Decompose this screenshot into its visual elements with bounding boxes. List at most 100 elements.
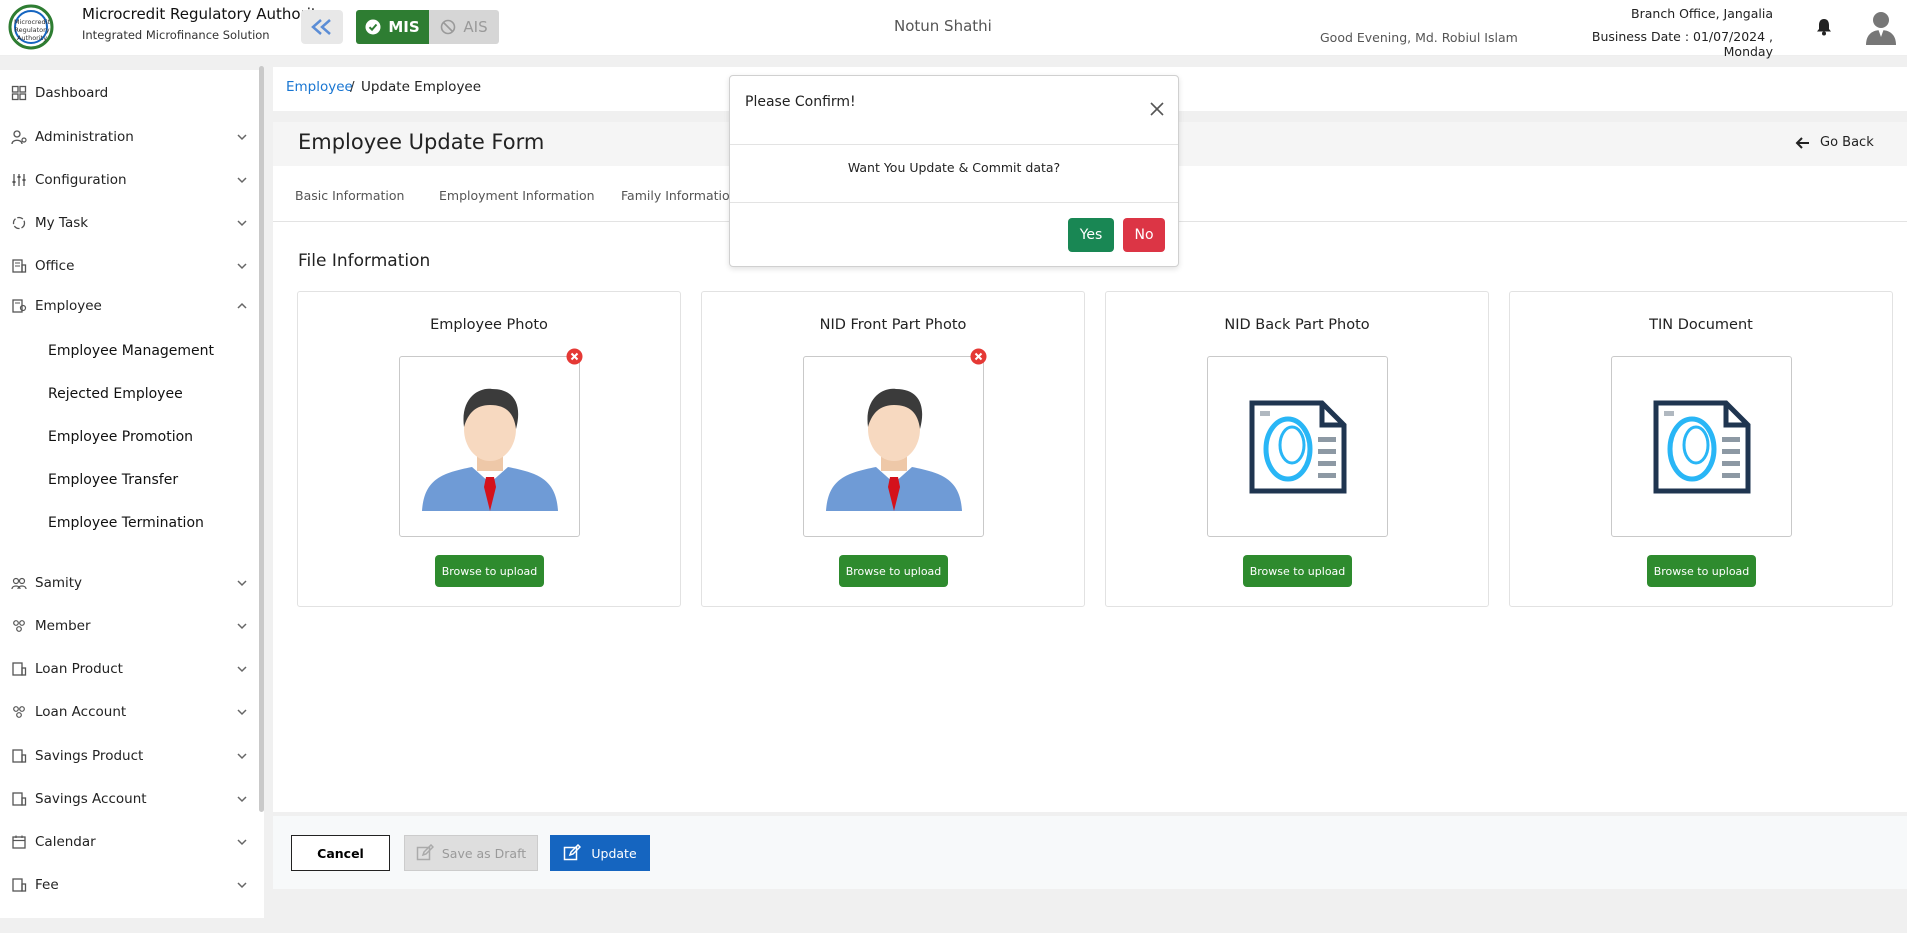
breadcrumb-separator: / [350, 79, 355, 95]
document-placeholder-icon [1653, 400, 1750, 493]
chevron-down-icon [237, 753, 247, 760]
branch-name: Branch Office, Jangalia [1631, 6, 1773, 21]
sidebar-subitem-rejected-employee[interactable]: Rejected Employee [48, 386, 183, 402]
chevron-down-icon [237, 220, 247, 227]
logo-text-1: Microcredit [14, 18, 51, 26]
remove-file-icon[interactable] [970, 348, 987, 365]
file-card-employee-photo: Employee Photo Browse to upload [297, 291, 681, 607]
sliders-icon [12, 174, 26, 186]
sidebar-item-employee[interactable]: Employee [0, 291, 256, 321]
sidebar-item-calendar[interactable]: Calendar [0, 827, 256, 857]
mis-toggle-button[interactable]: MIS [356, 10, 429, 44]
sidebar-label: Fee [35, 877, 59, 893]
form-footer: Cancel Save as Draft Update [273, 816, 1907, 889]
sidebar-item-configuration[interactable]: Configuration [0, 165, 256, 195]
sidebar-label: Loan Account [35, 704, 127, 720]
double-chevron-left-icon [311, 19, 331, 35]
mra-logo: Microcredit Regulatory Authority [8, 4, 54, 50]
confirm-no-button[interactable]: No [1123, 218, 1165, 252]
sidebar-collapse-button[interactable] [301, 10, 343, 44]
cancel-button[interactable]: Cancel [291, 835, 390, 871]
browse-upload-button[interactable]: Browse to upload [839, 555, 948, 587]
update-button[interactable]: Update [550, 835, 650, 871]
browse-upload-button[interactable]: Browse to upload [1647, 555, 1756, 587]
ais-label: AIS [463, 18, 488, 36]
ais-toggle-button[interactable]: AIS [429, 10, 499, 44]
sidebar-item-loan-product[interactable]: Loan Product [0, 654, 256, 684]
browse-upload-button[interactable]: Browse to upload [435, 555, 544, 587]
sidebar-label: Samity [35, 575, 83, 591]
sidebar-item-my-task[interactable]: My Task [0, 208, 256, 238]
calendar-icon [12, 835, 26, 849]
card-title: NID Front Part Photo [819, 317, 967, 333]
section-title: File Information [298, 251, 431, 271]
remove-file-icon[interactable] [566, 348, 583, 365]
sidebar-subitem-employee-promotion[interactable]: Employee Promotion [48, 429, 193, 445]
ban-icon [441, 19, 456, 35]
sidebar-item-office[interactable]: Office [0, 251, 256, 281]
document-placeholder-icon [1249, 400, 1346, 493]
sidebar-label: Savings Product [35, 748, 144, 764]
office-icon [12, 259, 27, 273]
tab-employment-information[interactable]: Employment Information [439, 188, 595, 203]
sidebar-item-samity[interactable]: Samity [0, 568, 256, 598]
browse-upload-button[interactable]: Browse to upload [1243, 555, 1352, 587]
samity-icon [11, 577, 27, 590]
page-title: Employee Update Form [298, 130, 545, 154]
image-preview [1611, 356, 1792, 537]
card-title: Employee Photo [430, 317, 548, 333]
sidebar-item-dashboard[interactable]: Dashboard [0, 78, 256, 108]
chevron-down-icon [237, 709, 247, 716]
logo-text-3: Authority [17, 34, 47, 42]
sidebar-item-savings-product[interactable]: Savings Product [0, 741, 256, 771]
sidebar-subitem-employee-termination[interactable]: Employee Termination [48, 515, 204, 531]
sidebar-label: Loan Product [35, 661, 123, 677]
dialog-message: Want You Update & Commit data? [847, 160, 1061, 175]
edit-icon [416, 844, 434, 861]
go-back-button[interactable]: Go Back [1795, 135, 1874, 150]
sidebar-scrollbar[interactable] [259, 66, 264, 812]
card-title: TIN Document [1649, 317, 1753, 333]
sidebar-item-administration[interactable]: Administration [0, 122, 256, 152]
savings-account-icon [12, 792, 27, 806]
check-circle-icon [365, 19, 381, 35]
fee-icon [12, 878, 27, 892]
sidebar-item-member[interactable]: Member [0, 611, 256, 641]
sidebar-label: Office [35, 258, 75, 274]
sidebar-item-savings-account[interactable]: Savings Account [0, 784, 256, 814]
breadcrumb-employee-link[interactable]: Employee [286, 79, 353, 95]
top-bar: Microcredit Regulatory Authority Microcr… [0, 0, 1907, 59]
breadcrumb-current: Update Employee [361, 79, 482, 95]
confirm-dialog: Please Confirm! Want You Update & Commit… [729, 75, 1179, 267]
sidebar-item-loan-account[interactable]: Loan Account [0, 697, 256, 727]
chevron-down-icon [237, 177, 247, 184]
sidebar-subitem-employee-transfer[interactable]: Employee Transfer [48, 472, 178, 488]
chevron-down-icon [237, 839, 247, 846]
close-icon[interactable] [1149, 101, 1165, 117]
chevron-down-icon [237, 666, 247, 673]
image-preview [803, 356, 984, 537]
mis-label: MIS [388, 18, 420, 36]
sidebar: Dashboard Administration Configuration M… [0, 70, 264, 918]
logo-text-2: Regulatory [14, 26, 49, 34]
sidebar-subitem-employee-management[interactable]: Employee Management [48, 343, 214, 359]
user-avatar-icon[interactable] [1864, 10, 1898, 46]
save-draft-button[interactable]: Save as Draft [404, 835, 538, 871]
dialog-divider [730, 202, 1178, 203]
dashboard-icon [11, 85, 27, 101]
brand-subtitle: Integrated Microfinance Solution [82, 28, 270, 42]
tab-basic-information[interactable]: Basic Information [295, 188, 404, 203]
tab-family-information[interactable]: Family Information [621, 188, 738, 203]
dialog-divider [730, 144, 1178, 145]
chevron-up-icon [237, 302, 247, 309]
member-icon [13, 620, 25, 632]
save-draft-label: Save as Draft [441, 845, 527, 861]
savings-product-icon [12, 749, 27, 763]
sidebar-item-fee[interactable]: Fee [0, 870, 256, 900]
chevron-down-icon [237, 134, 247, 141]
chevron-down-icon [237, 882, 247, 889]
sidebar-label: Administration [35, 129, 134, 145]
bell-icon[interactable] [1814, 17, 1834, 37]
loan-product-icon [12, 662, 27, 676]
confirm-yes-button[interactable]: Yes [1068, 218, 1114, 252]
